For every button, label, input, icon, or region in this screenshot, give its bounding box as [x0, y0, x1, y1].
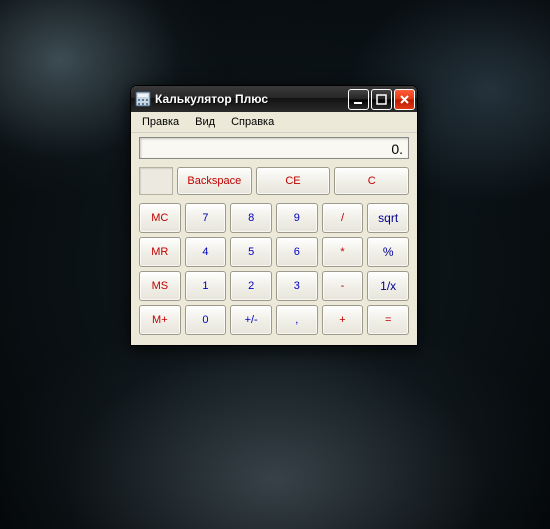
add-button[interactable]: +	[322, 305, 364, 335]
top-row: Backspace CE C	[139, 167, 409, 195]
digit-9-button[interactable]: 9	[276, 203, 318, 233]
digit-6-button[interactable]: 6	[276, 237, 318, 267]
ms-button[interactable]: MS	[139, 271, 181, 301]
display: 0.	[139, 137, 409, 159]
inverse-button[interactable]: 1/x	[367, 271, 409, 301]
mc-button[interactable]: MC	[139, 203, 181, 233]
digit-4-button[interactable]: 4	[185, 237, 227, 267]
mplus-button[interactable]: M+	[139, 305, 181, 335]
subtract-button[interactable]: -	[322, 271, 364, 301]
digit-1-button[interactable]: 1	[185, 271, 227, 301]
titlebar[interactable]: Калькулятор Плюс	[131, 86, 417, 112]
ce-button[interactable]: CE	[256, 167, 331, 195]
c-button[interactable]: C	[334, 167, 409, 195]
close-button[interactable]	[394, 89, 415, 110]
decimal-button[interactable]: ,	[276, 305, 318, 335]
digit-5-button[interactable]: 5	[230, 237, 272, 267]
divide-button[interactable]: /	[322, 203, 364, 233]
percent-button[interactable]: %	[367, 237, 409, 267]
digit-0-button[interactable]: 0	[185, 305, 227, 335]
menu-view[interactable]: Вид	[188, 114, 222, 130]
sqrt-button[interactable]: sqrt	[367, 203, 409, 233]
menu-help[interactable]: Справка	[224, 114, 281, 130]
minimize-button[interactable]	[348, 89, 369, 110]
desktop-background: Калькулятор Плюс Правка Вид Справка 0.	[0, 0, 550, 529]
button-grid: MC 7 8 9 / sqrt MR 4 5 6 * % MS 1 2 3 - …	[139, 203, 409, 335]
calculator-icon	[135, 91, 151, 107]
digit-7-button[interactable]: 7	[185, 203, 227, 233]
calculator-body: 0. Backspace CE C MC 7 8 9 / sqrt MR 4 5…	[131, 133, 417, 345]
digit-3-button[interactable]: 3	[276, 271, 318, 301]
menu-edit[interactable]: Правка	[135, 114, 186, 130]
digit-2-button[interactable]: 2	[230, 271, 272, 301]
equals-button[interactable]: =	[367, 305, 409, 335]
calculator-window: Калькулятор Плюс Правка Вид Справка 0.	[130, 85, 418, 346]
backspace-button[interactable]: Backspace	[177, 167, 252, 195]
menubar: Правка Вид Справка	[131, 112, 417, 133]
window-title: Калькулятор Плюс	[155, 92, 344, 106]
digit-8-button[interactable]: 8	[230, 203, 272, 233]
mr-button[interactable]: MR	[139, 237, 181, 267]
plusminus-button[interactable]: +/-	[230, 305, 272, 335]
maximize-button[interactable]	[371, 89, 392, 110]
memory-indicator	[139, 167, 173, 195]
window-controls	[348, 89, 415, 110]
multiply-button[interactable]: *	[322, 237, 364, 267]
